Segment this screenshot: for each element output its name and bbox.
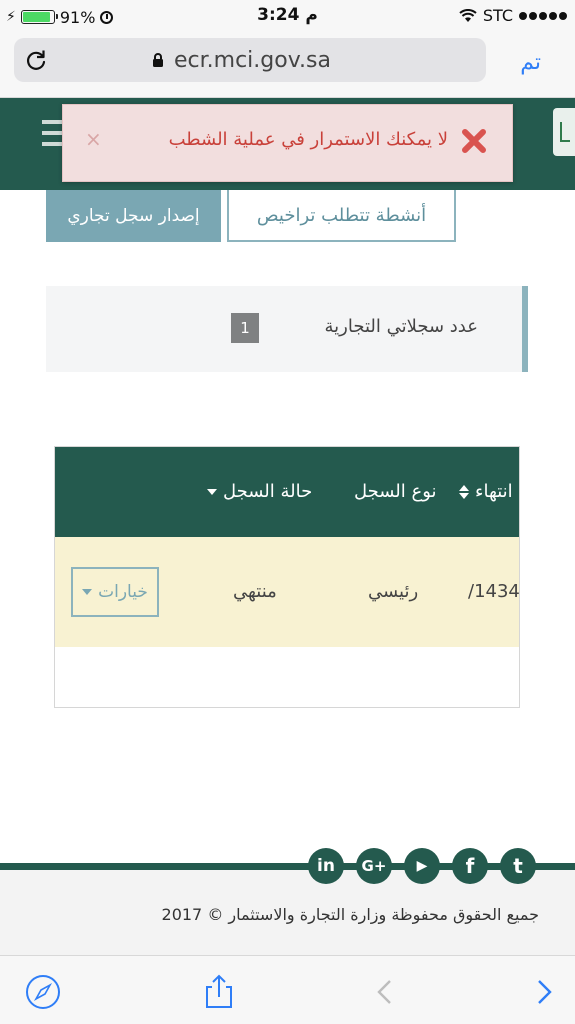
signal-icon: [519, 11, 567, 20]
browser-toolbar: [0, 955, 575, 1024]
records-count-label: عدد سجلاتي التجارية: [324, 316, 478, 337]
browser-address-bar: ecr.mci.gov.sa تم: [0, 34, 575, 98]
lock-icon: [153, 53, 163, 67]
licensed-activities-button[interactable]: أنشطة تتطلب تراخيص: [227, 190, 456, 242]
twitter-icon[interactable]: t: [500, 848, 536, 884]
wifi-icon: [459, 8, 477, 22]
copyright-text: جميع الحقوق محفوظة وزارة التجارة والاستث…: [161, 905, 539, 924]
forward-arrow-icon[interactable]: [526, 973, 564, 1011]
options-dropdown-button[interactable]: خيارات: [71, 567, 159, 617]
column-header-expiry-label: انتهاء: [475, 481, 513, 502]
table-row: منتهي رئيسي 1434/ خيارات: [55, 537, 519, 647]
table-header: حالة السجل نوع السجل انتهاء: [55, 447, 519, 537]
linkedin-icon[interactable]: in: [308, 848, 344, 884]
column-header-type: نوع السجل: [354, 481, 437, 502]
records-table: حالة السجل نوع السجل انتهاء منتهي رئيسي …: [54, 446, 520, 708]
error-x-icon: [462, 129, 486, 153]
done-button[interactable]: تم: [520, 50, 541, 75]
sort-icon: [459, 484, 469, 499]
compass-icon[interactable]: [24, 973, 62, 1011]
facebook-icon[interactable]: f: [452, 848, 488, 884]
close-icon[interactable]: ×: [85, 127, 102, 151]
alert-message: لا يمكنك الاستمرار في عملية الشطب: [168, 129, 448, 150]
footer-divider: [0, 863, 575, 870]
chevron-down-icon: [82, 589, 93, 595]
error-alert: × لا يمكنك الاستمرار في عملية الشطب: [62, 104, 513, 182]
status-right: STC: [459, 6, 567, 25]
youtube-icon[interactable]: ▶: [404, 848, 440, 884]
site-logo[interactable]: [553, 108, 575, 156]
column-header-status[interactable]: حالة السجل: [207, 481, 312, 502]
share-icon[interactable]: [200, 973, 238, 1011]
chevron-down-icon: [207, 488, 217, 495]
issue-commercial-record-button[interactable]: إصدار سجل تجاري: [46, 190, 221, 242]
cell-expiry: 1434/: [468, 581, 520, 602]
cell-type: رئيسي: [368, 581, 419, 602]
options-label: خيارات: [98, 582, 148, 602]
back-arrow-icon[interactable]: [366, 973, 404, 1011]
column-header-expiry[interactable]: انتهاء: [459, 481, 513, 502]
records-count-badge: 1: [231, 313, 259, 343]
url-field[interactable]: ecr.mci.gov.sa: [14, 38, 486, 82]
reload-icon[interactable]: [24, 48, 48, 72]
status-bar: ⚡ 91% 3:24 م STC: [0, 0, 575, 34]
carrier-name: STC: [482, 6, 513, 25]
google-plus-icon[interactable]: G+: [356, 848, 392, 884]
url-text: ecr.mci.gov.sa: [174, 48, 331, 73]
cell-status: منتهي: [233, 581, 277, 602]
records-count-box: عدد سجلاتي التجارية: [46, 286, 528, 372]
column-header-status-label: حالة السجل: [223, 481, 313, 502]
column-header-type-label: نوع السجل: [354, 481, 437, 502]
